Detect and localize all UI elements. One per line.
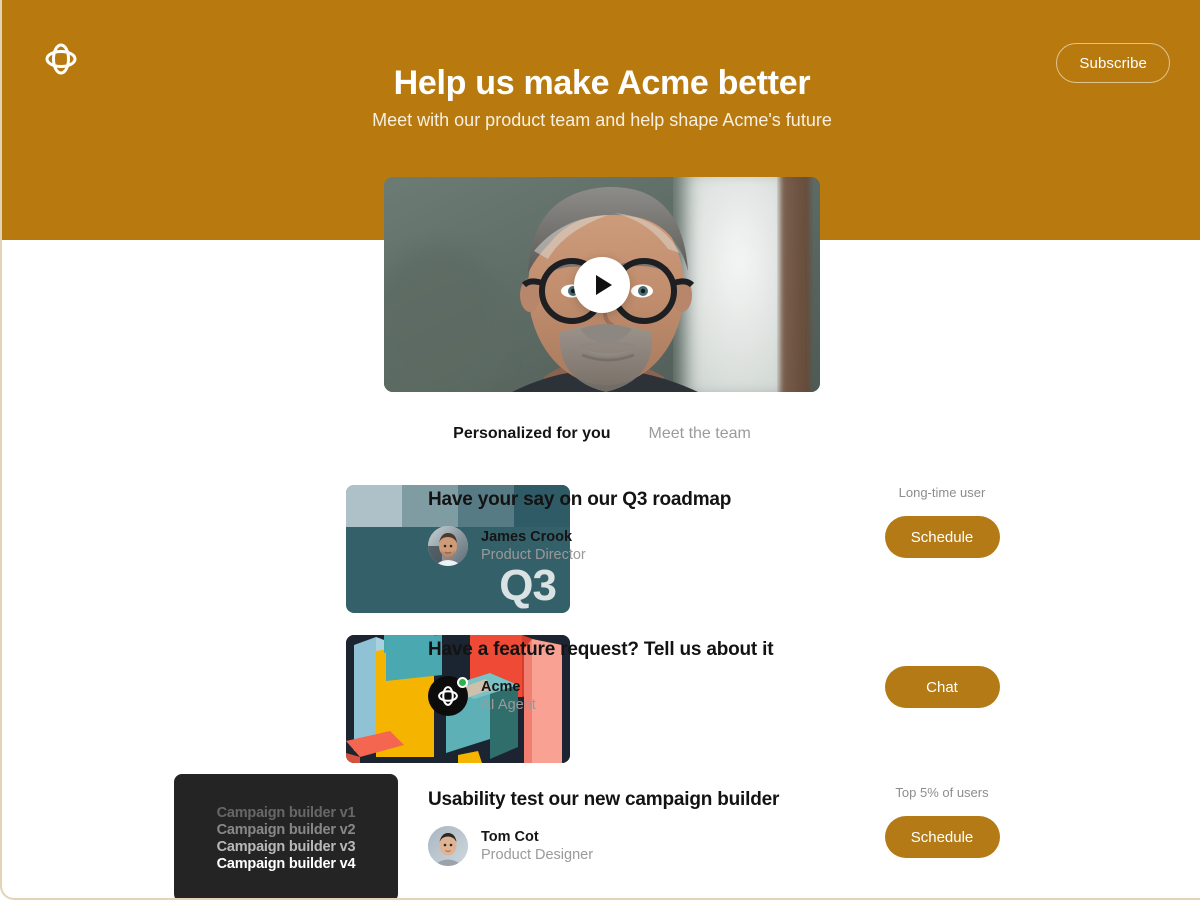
- card-actions: Chat: [852, 635, 1032, 708]
- list-item[interactable]: Campaign builder v1 Campaign builder v2 …: [2, 763, 1200, 898]
- card-title: Usability test our new campaign builder: [428, 789, 780, 810]
- person-name: Tom Cot: [481, 829, 539, 845]
- chat-button[interactable]: Chat: [884, 666, 1000, 708]
- card-body: Have a feature request? Tell us about it…: [428, 639, 888, 716]
- card-title: Have your say on our Q3 roadmap: [428, 489, 732, 510]
- list-item[interactable]: Have a feature request? Tell us about it…: [2, 613, 1200, 763]
- person-role: AI Agent: [481, 697, 536, 713]
- card-person: Tom Cot Product Designer: [428, 826, 888, 866]
- online-status-dot: [457, 677, 468, 688]
- play-icon[interactable]: [574, 256, 630, 313]
- tab-personalized-for-you[interactable]: Personalized for you: [451, 421, 612, 447]
- video-thumbnail[interactable]: [384, 177, 820, 392]
- tab-bar: Personalized for you Meet the team: [2, 421, 1200, 447]
- status-badge: Long-time user: [898, 485, 986, 500]
- page-title: Help us make Acme better: [393, 64, 811, 102]
- tab-meet-the-team[interactable]: Meet the team: [647, 421, 753, 447]
- campaign-builder-version-line: Campaign builder v2: [216, 821, 356, 838]
- person-name: Acme: [481, 679, 521, 695]
- person-role: Product Director: [481, 547, 586, 563]
- schedule-button[interactable]: Schedule: [884, 516, 1000, 558]
- campaign-builder-version-line: Campaign builder v1: [216, 804, 356, 821]
- card-body: Have your say on our Q3 roadmap James Cr…: [428, 489, 888, 566]
- avatar: [428, 676, 468, 716]
- card-thumbnail-campaign-builder: Campaign builder v1 Campaign builder v2 …: [174, 774, 398, 898]
- page-root: Help us make Acme better Meet with our p…: [0, 0, 1200, 900]
- card-actions: Top 5% of users Schedule: [852, 785, 1032, 858]
- card-actions: Long-time user Schedule: [852, 485, 1032, 558]
- card-body: Usability test our new campaign builder: [428, 789, 888, 866]
- card-person: Acme AI Agent: [428, 676, 888, 716]
- person-name: James Crook: [481, 529, 573, 545]
- card-title: Have a feature request? Tell us about it: [428, 639, 774, 660]
- avatar: [428, 826, 468, 866]
- status-badge: Top 5% of users: [895, 785, 989, 800]
- page-subtitle: Meet with our product team and help shap…: [372, 110, 832, 130]
- subscribe-button[interactable]: Subscribe: [1056, 43, 1170, 83]
- campaign-builder-version-line: Campaign builder v3: [216, 838, 356, 855]
- card-list: Q3 Have your say on our Q3 roadmap James…: [2, 463, 1200, 898]
- person-role: Product Designer: [481, 847, 594, 863]
- list-item[interactable]: Q3 Have your say on our Q3 roadmap James…: [2, 463, 1200, 613]
- schedule-button[interactable]: Schedule: [884, 816, 1000, 858]
- avatar: [428, 526, 468, 566]
- card-person: James Crook Product Director: [428, 526, 888, 566]
- campaign-builder-version-line: Campaign builder v4: [216, 855, 356, 872]
- q3-label: Q3: [499, 561, 557, 610]
